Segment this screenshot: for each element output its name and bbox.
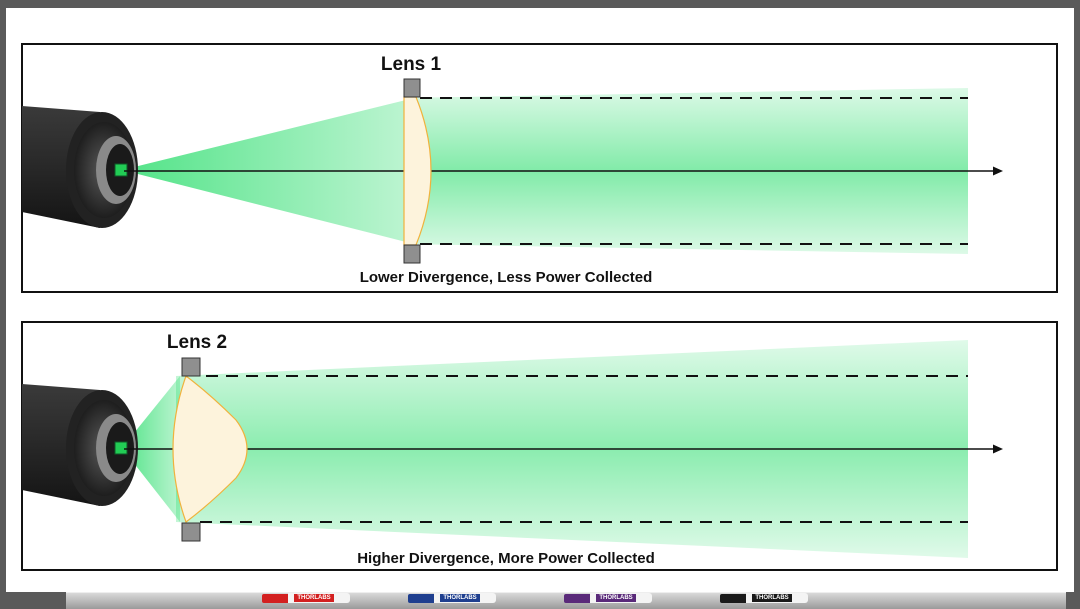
lens-2-label: Lens 2 [167, 332, 227, 353]
lens-divergence-diagram: Lens 1 Lower Divergence, Less Power Coll… [21, 43, 1058, 571]
marker-cap [408, 594, 434, 603]
lens-1-label: Lens 1 [381, 54, 442, 75]
marker-cap [720, 594, 746, 603]
panel-2: Lens 2 Higher Divergence, More Power Col… [21, 321, 1058, 571]
lens-mount-icon [403, 244, 421, 264]
caption-1: Lower Divergence, Less Power Collected [360, 269, 653, 286]
marker-brand-label: THORLABS [752, 594, 792, 602]
panel-1: Lens 1 Lower Divergence, Less Power Coll… [21, 43, 1058, 293]
marker-brand-label: THORLABS [294, 594, 334, 602]
marker-cap [262, 594, 288, 603]
marker-brand-label: THORLABS [440, 594, 480, 602]
lens-mount-icon [181, 357, 201, 377]
lens-mount-icon [181, 522, 201, 542]
emitter-icon [114, 441, 128, 455]
laser-diode-icon [22, 106, 138, 228]
caption-2: Higher Divergence, More Power Collected [357, 550, 655, 567]
marker-cap [564, 594, 590, 603]
marker-tray: THORLABS THORLABS THORLABS THORLABS [66, 592, 1066, 609]
emitter-icon [114, 163, 128, 177]
lens-mount-icon [403, 78, 421, 98]
laser-diode-icon [22, 384, 138, 506]
marker-brand-label: THORLABS [596, 594, 636, 602]
